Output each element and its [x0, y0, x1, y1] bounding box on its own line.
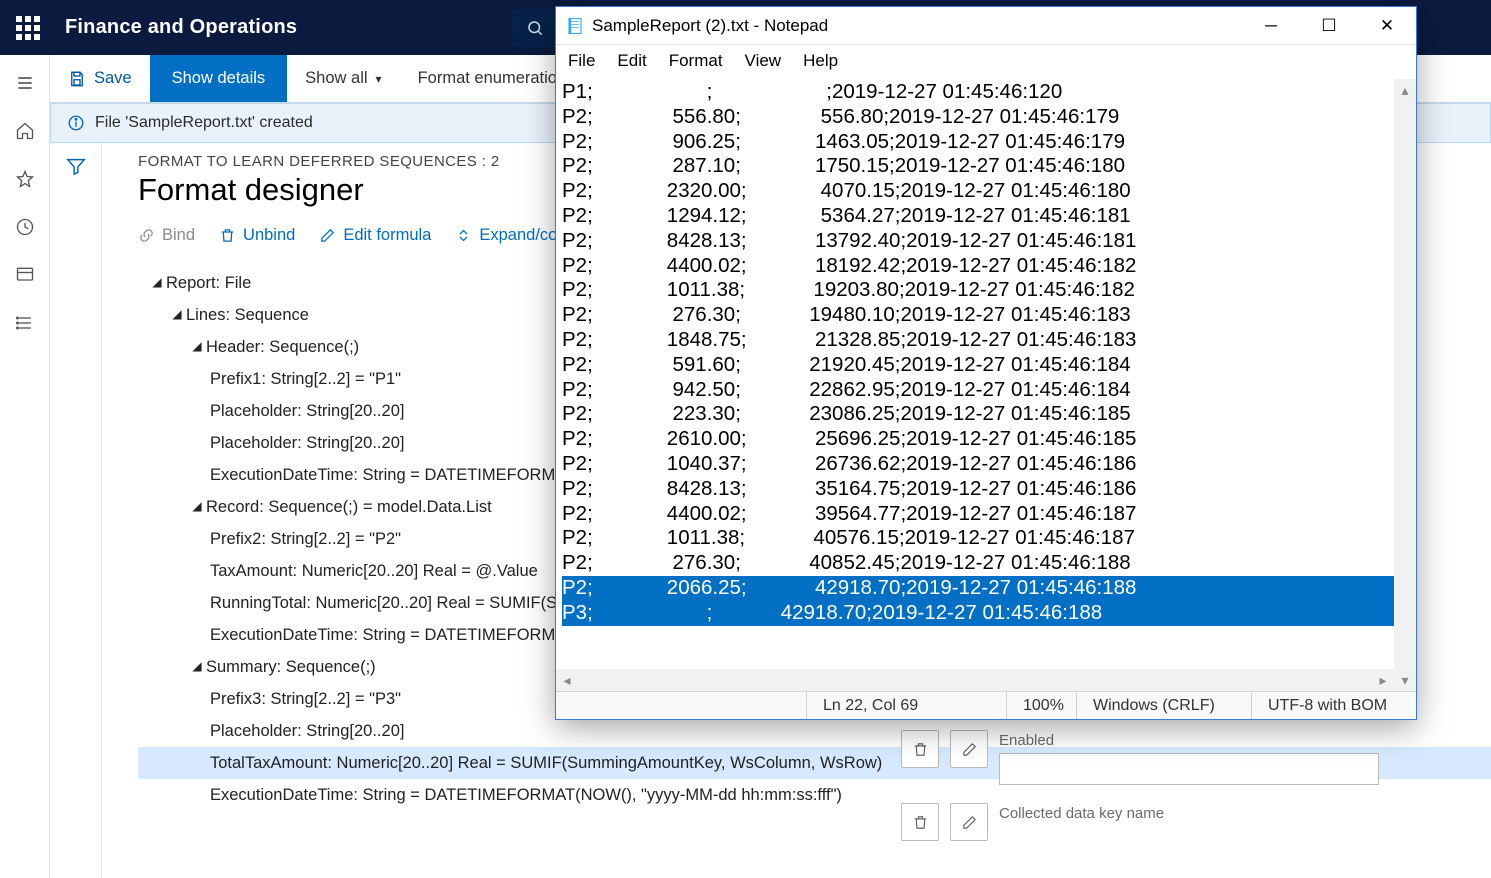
delete-button[interactable]: [901, 803, 939, 841]
notepad-menu: File Edit Format View Help: [556, 45, 1416, 77]
notepad-line: P2; 8428.13; 35164.75;2019-12-27 01:45:4…: [562, 477, 1410, 502]
notepad-line: P2; 1011.38; 19203.80;2019-12-27 01:45:4…: [562, 278, 1410, 303]
notepad-line: P2; 223.30; 23086.25;2019-12-27 01:45:46…: [562, 402, 1410, 427]
notepad-titlebar[interactable]: SampleReport (2).txt - Notepad ─ ☐ ✕: [556, 7, 1416, 45]
menu-button[interactable]: [15, 73, 35, 93]
modules-button[interactable]: [15, 313, 35, 333]
status-pos: Ln 22, Col 69: [806, 692, 1006, 719]
save-icon: [68, 70, 86, 88]
prop-collected-row: Collected data key name: [901, 803, 1491, 841]
info-icon: [67, 114, 85, 132]
notepad-line: P2; 906.25; 1463.05;2019-12-27 01:45:46:…: [562, 130, 1410, 155]
scroll-left-icon[interactable]: ◂: [556, 669, 578, 691]
show-all-dropdown[interactable]: Show all▾: [287, 55, 399, 102]
window-controls: ─ ☐ ✕: [1242, 7, 1416, 45]
enabled-label: Enabled: [999, 732, 1379, 749]
link-icon: [138, 227, 155, 244]
expand-icon: [455, 227, 472, 244]
chevron-down-icon: ▾: [376, 72, 382, 86]
notepad-line: P2; 2610.00; 25696.25;2019-12-27 01:45:4…: [562, 427, 1410, 452]
save-label: Save: [94, 69, 132, 88]
edit-icon: [319, 227, 336, 244]
notepad-window: SampleReport (2).txt - Notepad ─ ☐ ✕ Fil…: [555, 6, 1417, 720]
maximize-button[interactable]: ☐: [1300, 7, 1358, 45]
minimize-button[interactable]: ─: [1242, 7, 1300, 45]
notepad-line: P1; ; ;2019-12-27 01:45:46:120: [562, 80, 1410, 105]
prop-enabled-row: Enabled: [901, 730, 1491, 785]
menu-edit[interactable]: Edit: [617, 51, 646, 71]
menu-view[interactable]: View: [745, 51, 782, 71]
info-text: File 'SampleReport.txt' created: [95, 114, 313, 132]
scroll-up-icon[interactable]: ▴: [1394, 79, 1416, 101]
search-icon: [526, 19, 544, 37]
notepad-icon: [566, 17, 584, 35]
notepad-line: P2; 942.50; 22862.95;2019-12-27 01:45:46…: [562, 378, 1410, 403]
filter-pane: [50, 143, 102, 878]
notepad-line: P2; 2066.25; 42918.70;2019-12-27 01:45:4…: [562, 576, 1410, 601]
edit-button[interactable]: [950, 730, 988, 768]
notepad-line: P2; 591.60; 21920.45;2019-12-27 01:45:46…: [562, 353, 1410, 378]
recent-button[interactable]: [15, 217, 35, 237]
trash-icon: [219, 227, 236, 244]
notepad-statusbar: Ln 22, Col 69 100% Windows (CRLF) UTF-8 …: [556, 691, 1416, 719]
notepad-title: SampleReport (2).txt - Notepad: [592, 16, 828, 36]
notepad-body[interactable]: P1; ; ;2019-12-27 01:45:46:120P2; 556.80…: [556, 77, 1416, 719]
enabled-field[interactable]: [999, 753, 1379, 785]
vertical-scrollbar[interactable]: ▴ ▾: [1394, 79, 1416, 691]
edit-formula-action[interactable]: Edit formula: [319, 226, 431, 245]
notepad-line: P2; 1040.37; 26736.62;2019-12-27 01:45:4…: [562, 452, 1410, 477]
home-button[interactable]: [15, 121, 35, 141]
edit-button[interactable]: [950, 803, 988, 841]
status-enc: UTF-8 with BOM: [1251, 692, 1416, 719]
status-eol: Windows (CRLF): [1076, 692, 1251, 719]
app-launcher-button[interactable]: [0, 0, 55, 55]
collected-label: Collected data key name: [999, 805, 1164, 822]
workspaces-button[interactable]: [15, 265, 35, 285]
filter-icon[interactable]: [65, 155, 87, 177]
favorites-button[interactable]: [15, 169, 35, 189]
properties-column: Enabled Collected data key name: [901, 722, 1491, 859]
bind-action[interactable]: Bind: [138, 226, 195, 245]
menu-file[interactable]: File: [568, 51, 595, 71]
show-details-button[interactable]: Show details: [150, 55, 288, 102]
horizontal-scrollbar[interactable]: ◂ ▸: [556, 669, 1394, 691]
save-button[interactable]: Save: [50, 55, 150, 102]
notepad-line: P2; 276.30; 40852.45;2019-12-27 01:45:46…: [562, 551, 1410, 576]
scroll-right-icon[interactable]: ▸: [1372, 669, 1394, 691]
status-zoom: 100%: [1006, 692, 1076, 719]
waffle-icon: [16, 16, 40, 40]
notepad-line: P2; 4400.02; 39564.77;2019-12-27 01:45:4…: [562, 502, 1410, 527]
notepad-line: P2; 1848.75; 21328.85;2019-12-27 01:45:4…: [562, 328, 1410, 353]
notepad-line: P2; 556.80; 556.80;2019-12-27 01:45:46:1…: [562, 105, 1410, 130]
notepad-line: P2; 1294.12; 5364.27;2019-12-27 01:45:46…: [562, 204, 1410, 229]
notepad-line: P2; 2320.00; 4070.15;2019-12-27 01:45:46…: [562, 179, 1410, 204]
notepad-line: P2; 1011.38; 40576.15;2019-12-27 01:45:4…: [562, 526, 1410, 551]
close-button[interactable]: ✕: [1358, 7, 1416, 45]
notepad-line: P2; 8428.13; 13792.40;2019-12-27 01:45:4…: [562, 229, 1410, 254]
notepad-line: P2; 287.10; 1750.15;2019-12-27 01:45:46:…: [562, 154, 1410, 179]
notepad-line: P2; 276.30; 19480.10;2019-12-27 01:45:46…: [562, 303, 1410, 328]
app-title: Finance and Operations: [65, 16, 297, 39]
unbind-action[interactable]: Unbind: [219, 226, 295, 245]
delete-button[interactable]: [901, 730, 939, 768]
notepad-line: P2; 4400.02; 18192.42;2019-12-27 01:45:4…: [562, 254, 1410, 279]
left-nav-rail: [0, 55, 50, 878]
menu-format[interactable]: Format: [669, 51, 723, 71]
scroll-down-icon[interactable]: ▾: [1394, 669, 1416, 691]
notepad-line: P3; ; 42918.70;2019-12-27 01:45:46:188: [562, 601, 1410, 626]
menu-help[interactable]: Help: [803, 51, 838, 71]
